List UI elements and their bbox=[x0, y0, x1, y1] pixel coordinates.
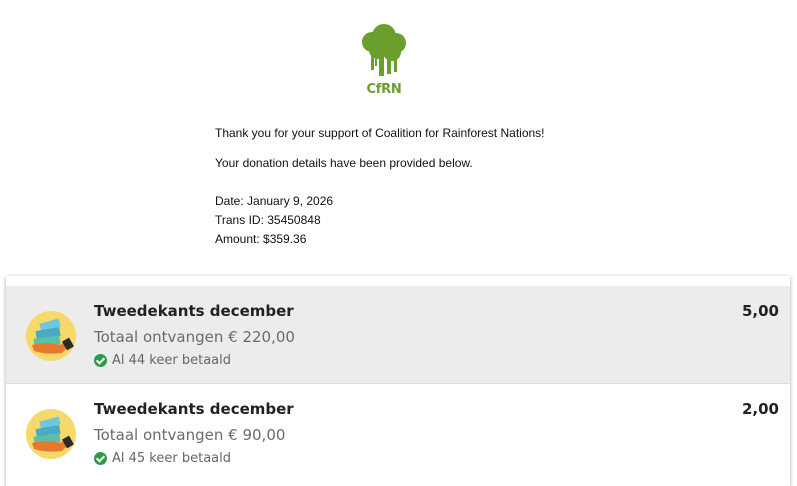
check-circle-icon bbox=[94, 452, 107, 465]
transaction-total: Totaal ontvangen € 220,00 bbox=[94, 328, 295, 346]
transaction-amount: 5,00 bbox=[741, 302, 779, 320]
date-line: Date: January 9, 2026 bbox=[215, 194, 334, 208]
check-circle-icon bbox=[94, 354, 107, 367]
transaction-status: Al 44 keer betaald bbox=[94, 353, 231, 368]
trans-id-line: Trans ID: 35450848 bbox=[215, 213, 321, 227]
donation-email: CfRN Thank you for your support of Coali… bbox=[0, 0, 797, 276]
transaction-row[interactable]: Tweedekants december 2,00 Totaal ontvang… bbox=[6, 384, 790, 482]
transaction-row[interactable]: Tweedekants december 5,00 Totaal ontvang… bbox=[6, 286, 790, 384]
panel-top-edge bbox=[6, 276, 790, 286]
status-text: Al 44 keer betaald bbox=[112, 353, 231, 368]
transaction-title: Tweedekants december bbox=[94, 400, 294, 418]
transaction-title: Tweedekants december bbox=[94, 302, 294, 320]
transaction-total: Totaal ontvangen € 90,00 bbox=[94, 426, 286, 444]
amount-line: Amount: $359.36 bbox=[215, 232, 307, 246]
details-intro-line: Your donation details have been provided… bbox=[215, 156, 473, 170]
money-hand-icon bbox=[26, 311, 76, 361]
money-hand-icon bbox=[26, 409, 76, 459]
transaction-amount: 2,00 bbox=[741, 400, 779, 418]
status-text: Al 45 keer betaald bbox=[112, 451, 231, 466]
transaction-list: Tweedekants december 5,00 Totaal ontvang… bbox=[6, 276, 790, 486]
tree-icon bbox=[362, 24, 406, 76]
thank-you-line: Thank you for your support of Coalition … bbox=[215, 126, 545, 140]
cfrn-logo: CfRN bbox=[356, 22, 412, 102]
logo-text: CfRN bbox=[366, 82, 402, 97]
transaction-status: Al 45 keer betaald bbox=[94, 451, 231, 466]
